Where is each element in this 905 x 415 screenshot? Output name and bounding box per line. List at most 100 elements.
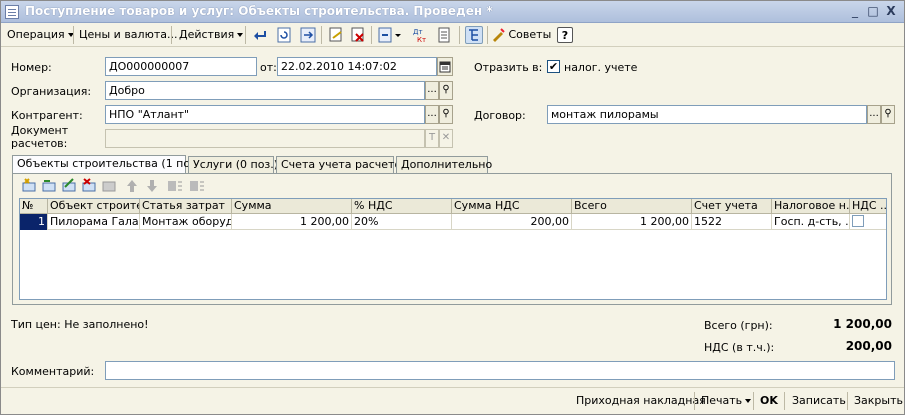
report-icon[interactable]: [435, 26, 453, 44]
cell-object[interactable]: Пилорама Гала...: [48, 214, 140, 230]
structure-icon[interactable]: [465, 26, 483, 44]
based-on-icon[interactable]: [377, 26, 403, 44]
footer-separator: [753, 392, 754, 410]
tab-additional[interactable]: Дополнительно: [396, 156, 492, 174]
close-button[interactable]: Закрыть: [854, 392, 903, 410]
movements-icon[interactable]: [327, 26, 345, 44]
cell-number[interactable]: 1: [20, 214, 48, 230]
tax-accounting-label: налог. учете: [564, 61, 638, 74]
organization-field[interactable]: Добро: [105, 81, 425, 100]
invoice-button[interactable]: Приходная накладная: [576, 392, 706, 410]
tab-services[interactable]: Услуги (0 поз.): [188, 156, 278, 174]
cell-sum[interactable]: 1 200,00: [232, 214, 352, 230]
contractor-label: Контрагент:: [11, 109, 83, 122]
col-header-vat-flag[interactable]: НДС ...: [850, 199, 888, 214]
text-type-icon[interactable]: T: [425, 129, 439, 148]
col-header-total[interactable]: Всего: [572, 199, 692, 214]
toolbar-separator: [459, 26, 460, 44]
prices-currency-button[interactable]: Цены и валюта...: [79, 26, 177, 44]
search-icon[interactable]: ⚲: [881, 105, 895, 124]
operation-menu[interactable]: Операция: [7, 26, 74, 44]
cell-account[interactable]: 1522: [692, 214, 772, 230]
add-row-icon[interactable]: [22, 178, 36, 192]
col-header-vat-sum[interactable]: Сумма НДС: [452, 199, 572, 214]
tab-panel: № Объект строите... Статья затрат Сумма …: [12, 173, 892, 305]
unpost-icon[interactable]: [349, 26, 367, 44]
footer-separator: [694, 392, 695, 410]
tab-construction-objects[interactable]: Объекты строительства (1 поз.): [12, 155, 204, 174]
tab-settlement-accounts[interactable]: Счета учета расчетов: [276, 156, 408, 174]
calendar-button[interactable]: [437, 57, 453, 76]
search-icon[interactable]: ⚲: [439, 105, 453, 124]
delete-row-icon[interactable]: [82, 178, 96, 192]
contract-label: Договор:: [474, 109, 526, 122]
vat-flag-checkbox[interactable]: [852, 215, 864, 227]
dt-kt-icon[interactable]: Дт Кт: [411, 26, 429, 44]
contractor-select-button[interactable]: ...: [425, 105, 439, 124]
col-header-vat-rate[interactable]: % НДС: [352, 199, 452, 214]
contract-field[interactable]: монтаж пилорамы: [547, 105, 867, 124]
document-icon: [5, 5, 19, 19]
copy-row-icon[interactable]: [42, 180, 56, 192]
tax-accounting-checkbox[interactable]: ✔: [547, 60, 560, 73]
search-icon[interactable]: ⚲: [439, 81, 453, 100]
col-header-sum[interactable]: Сумма: [232, 199, 352, 214]
cell-total[interactable]: 1 200,00: [572, 214, 692, 230]
post-document-icon[interactable]: [299, 26, 317, 44]
calendar-icon: [439, 61, 451, 73]
col-header-number[interactable]: №: [20, 199, 48, 214]
cell-tax-purpose[interactable]: Госп. д-сть, ...: [772, 214, 850, 230]
cell-vat-sum[interactable]: 200,00: [452, 214, 572, 230]
cell-vat-rate[interactable]: 20%: [352, 214, 452, 230]
col-header-tax-purpose[interactable]: Налоговое н...: [772, 199, 850, 214]
toolbar-separator: [371, 26, 372, 44]
maximize-button[interactable]: □: [865, 4, 881, 20]
enter-icon[interactable]: [251, 26, 269, 44]
objects-table[interactable]: № Объект строите... Статья затрат Сумма …: [19, 198, 888, 300]
print-menu[interactable]: Печать: [701, 392, 752, 410]
chevron-down-icon: [745, 399, 752, 403]
table-row[interactable]: 1 Пилорама Гала... Монтаж оборуд... 1 20…: [20, 214, 886, 230]
document-window: Поступление товаров и услуг: Объекты стр…: [0, 0, 905, 415]
chevron-down-icon: [237, 33, 244, 37]
vat-label: НДС (в т.ч.):: [704, 341, 775, 354]
cell-cost-item[interactable]: Монтаж оборуд...: [140, 214, 232, 230]
organization-select-button[interactable]: ...: [425, 81, 439, 100]
ok-button[interactable]: OK: [760, 392, 778, 410]
toolbar-separator: [73, 26, 74, 44]
reflect-in-label: Отразить в:: [474, 61, 543, 74]
close-window-button[interactable]: X: [883, 4, 899, 20]
window-title: Поступление товаров и услуг: Объекты стр…: [25, 4, 493, 18]
footer-separator: [847, 392, 848, 410]
footer-bar: Приходная накладная Печать OK Записать З…: [1, 387, 904, 414]
actions-menu[interactable]: Действия: [179, 26, 244, 44]
sort-desc-icon: [190, 181, 204, 191]
number-field[interactable]: ДО000000007: [105, 57, 257, 76]
organization-label: Организация:: [11, 85, 92, 98]
toolbar-separator: [171, 26, 172, 44]
comment-field[interactable]: [105, 361, 895, 380]
total-value: 1 200,00: [833, 317, 892, 331]
tips-button[interactable]: Советы: [491, 26, 551, 44]
date-field[interactable]: 22.02.2010 14:07:02: [277, 57, 437, 76]
operation-menu-label: Операция: [7, 28, 65, 41]
minimize-button[interactable]: _: [847, 4, 863, 20]
end-edit-icon: [102, 181, 116, 192]
tips-icon: [493, 28, 505, 42]
settlement-document-field[interactable]: [105, 129, 425, 148]
clear-icon[interactable]: ✕: [439, 129, 453, 148]
move-down-icon: [147, 180, 157, 192]
col-header-object[interactable]: Объект строите...: [48, 199, 140, 214]
refresh-icon[interactable]: [275, 26, 293, 44]
edit-row-icon[interactable]: [62, 178, 76, 192]
save-button[interactable]: Записать: [792, 392, 846, 410]
col-header-account[interactable]: Счет учета: [692, 199, 772, 214]
cell-vat-flag[interactable]: [850, 214, 888, 230]
table-header: № Объект строите... Статья затрат Сумма …: [20, 199, 888, 214]
contractor-field[interactable]: НПО "Атлант": [105, 105, 425, 124]
contract-select-button[interactable]: ...: [867, 105, 881, 124]
vat-value: 200,00: [845, 339, 892, 353]
toolbar-separator: [487, 26, 488, 44]
help-icon[interactable]: ?: [557, 27, 573, 43]
col-header-cost-item[interactable]: Статья затрат: [140, 199, 232, 214]
